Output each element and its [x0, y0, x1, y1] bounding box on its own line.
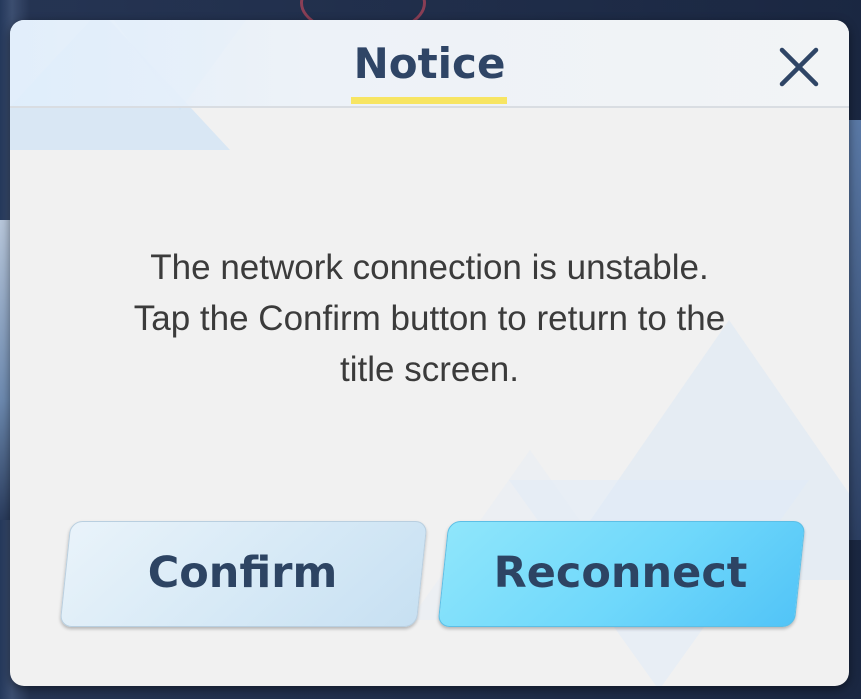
reconnect-button[interactable]: Reconnect [437, 521, 806, 627]
message-line: Tap the Confirm button to return to the [133, 299, 726, 338]
dialog-message: The network connection is unstable. Tap … [50, 242, 809, 395]
reconnect-button-label: Reconnect [493, 548, 748, 598]
background-decoration [847, 120, 861, 540]
confirm-button[interactable]: Confirm [59, 521, 428, 627]
message-line: title screen. [340, 350, 519, 389]
title-underline [351, 97, 507, 104]
close-button[interactable] [774, 42, 824, 92]
close-icon [774, 42, 824, 92]
confirm-button-label: Confirm [147, 548, 338, 598]
notice-dialog: Notice The network connection is unstabl… [10, 20, 849, 686]
dialog-title: Notice [353, 39, 506, 88]
message-line: The network connection is unstable. [150, 248, 709, 287]
